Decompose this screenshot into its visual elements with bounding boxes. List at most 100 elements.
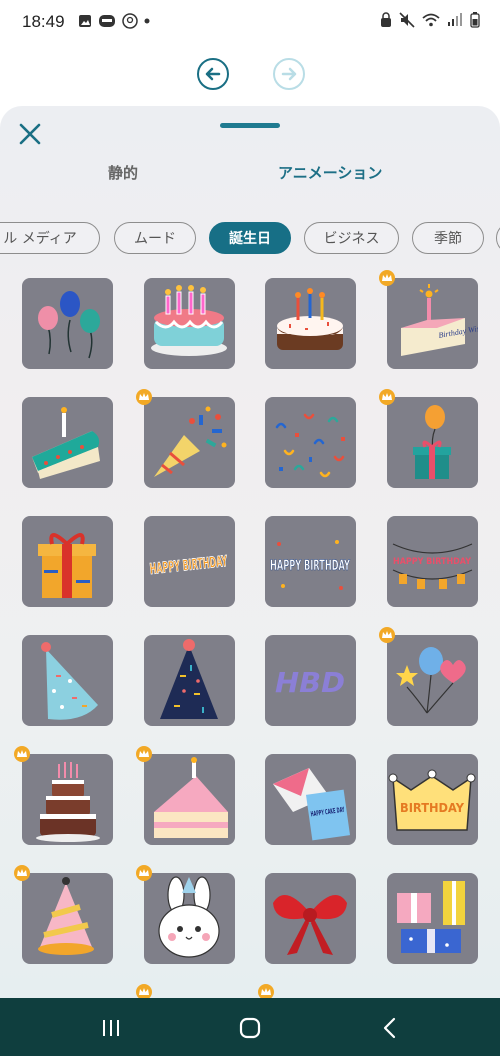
- status-bar: 18:49: [0, 0, 500, 46]
- gift-box-sticker-icon: [38, 533, 96, 598]
- gift-boxes-sticker-icon: [397, 881, 465, 953]
- sticker-tile-star-heart-balloons[interactable]: [387, 635, 478, 726]
- birthday-cake-candles-sticker-icon: [151, 285, 227, 356]
- happy-birthday-orange-text: HAPPY BIRTHDAY: [149, 552, 229, 578]
- party-hat-navy-sticker-icon: [160, 639, 218, 719]
- back-button[interactable]: [377, 1015, 403, 1041]
- tiered-cake-sticker-icon: [36, 762, 100, 842]
- happy-birthday-banner-sticker-icon: HAPPY BIRTHDAY: [392, 543, 473, 589]
- sticker-tile-happy-birthday-orange[interactable]: HAPPY BIRTHDAY: [144, 516, 235, 607]
- party-hat-pink-sticker-icon: [38, 877, 94, 955]
- premium-crown-icon: [14, 865, 30, 881]
- home-icon: [239, 1017, 261, 1039]
- battery-icon: [470, 12, 480, 28]
- party-hat-blue-sticker-icon: [41, 642, 98, 720]
- sticker-tile-confetti[interactable]: [265, 397, 356, 488]
- birthday-crown-text: BIRTHDAY: [400, 801, 464, 815]
- gallery-icon: [79, 15, 91, 27]
- sticker-tile-birthday-cake[interactable]: [144, 278, 235, 369]
- sticker-tile-chocolate-cake[interactable]: [265, 278, 356, 369]
- cake-piece-sticker-icon: [154, 757, 228, 838]
- sticker-tile-birthday-banner[interactable]: HAPPY BIRTHDAY: [387, 516, 478, 607]
- sticker-tile-happy-birthday-white[interactable]: HAPPY BIRTHDAY: [265, 516, 356, 607]
- chip-season[interactable]: 季節: [412, 222, 484, 254]
- sticker-tile-happy-cake-day[interactable]: HAPPY CAKE DAY: [265, 754, 356, 845]
- sticker-tile-gift-box[interactable]: [22, 516, 113, 607]
- sticker-tile-gift-balloon[interactable]: [387, 397, 478, 488]
- balloons-sticker-icon: [38, 291, 100, 359]
- premium-crown-icon: [379, 627, 395, 643]
- sticker-tile-party-hat-navy[interactable]: [144, 635, 235, 726]
- redo-button[interactable]: [273, 58, 305, 90]
- chip-mood[interactable]: ムード: [114, 222, 196, 254]
- gift-balloon-sticker-icon: [413, 405, 451, 479]
- sticker-tile-birthday-wishes[interactable]: Birthday Wishes: [387, 278, 478, 369]
- close-button[interactable]: [16, 120, 44, 148]
- lock-icon: [381, 12, 391, 27]
- undo-button[interactable]: [197, 58, 229, 90]
- premium-crown-icon: [136, 865, 152, 881]
- system-icons: [380, 12, 480, 28]
- hbd-text-sticker-icon: HBD: [275, 666, 345, 699]
- happy-birthday-white-text: HAPPY BIRTHDAY: [270, 558, 351, 574]
- bunny-sticker-icon: [158, 876, 220, 958]
- sticker-tile-tiered-cake[interactable]: [22, 754, 113, 845]
- signal-icon: [448, 13, 462, 26]
- sticker-tile-birthday-crown[interactable]: BIRTHDAY: [387, 754, 478, 845]
- birthday-crown-sticker-icon: BIRTHDAY: [388, 769, 476, 831]
- red-bow-sticker-icon: [273, 895, 347, 955]
- home-button[interactable]: [237, 1015, 263, 1041]
- sticker-tile-party-hat-blue[interactable]: [22, 635, 113, 726]
- cake-slice-sticker-icon: [32, 407, 100, 479]
- line-app-icon: [99, 15, 115, 27]
- premium-crown-icon: [379, 270, 395, 286]
- tab-static[interactable]: 静的: [108, 162, 138, 183]
- sticker-tile-cake-piece[interactable]: [144, 754, 235, 845]
- birthday-banner-text: HAPPY BIRTHDAY: [393, 557, 471, 567]
- sheet-drag-handle[interactable]: [220, 123, 280, 128]
- close-icon: [19, 123, 41, 145]
- happy-cake-day-card-sticker-icon: HAPPY CAKE DAY: [273, 768, 351, 841]
- undo-redo-toolbar: [0, 46, 500, 100]
- sticker-tile-hbd[interactable]: HBD: [265, 635, 356, 726]
- system-navigation-bar: [0, 998, 500, 1056]
- dot-icon: [144, 18, 150, 24]
- back-icon: [383, 1017, 396, 1039]
- hbd-text: HBD: [275, 666, 345, 699]
- sticker-sheet: 静的 アニメーション ル メディア ムード 誕生日 ビジネス 季節 Birthd…: [0, 106, 500, 1000]
- party-popper-sticker-icon: [154, 406, 227, 477]
- wifi-icon: [422, 13, 440, 27]
- undo-arrow-icon: [205, 67, 221, 81]
- recent-apps-icon: [103, 1020, 119, 1036]
- chip-birthday[interactable]: 誕生日: [209, 222, 291, 254]
- g-app-icon: [122, 13, 138, 29]
- sticker-tile-cake-slice[interactable]: [22, 397, 113, 488]
- sticker-tile-bunny[interactable]: [144, 873, 235, 964]
- sticker-tile-party-hat-pink[interactable]: [22, 873, 113, 964]
- chip-business[interactable]: ビジネス: [304, 222, 399, 254]
- sticker-tile-red-bow[interactable]: [265, 873, 356, 964]
- tab-animation[interactable]: アニメーション: [278, 162, 382, 183]
- premium-crown-icon: [14, 746, 30, 762]
- confetti-sticker-icon: [275, 413, 345, 478]
- recent-apps-button[interactable]: [98, 1015, 124, 1041]
- happy-birthday-white-text-sticker-icon: HAPPY BIRTHDAY: [270, 540, 351, 590]
- category-chips: ル メディア ムード 誕生日 ビジネス 季節: [0, 222, 500, 256]
- sticker-tile-balloons[interactable]: [22, 278, 113, 369]
- redo-arrow-icon: [281, 67, 297, 81]
- status-time: 18:49: [22, 12, 65, 31]
- premium-crown-icon: [136, 746, 152, 762]
- premium-crown-icon: [379, 389, 395, 405]
- happy-birthday-text-sticker-icon: HAPPY BIRTHDAY: [148, 552, 229, 579]
- sticker-tile-party-popper[interactable]: [144, 397, 235, 488]
- chip-social-media[interactable]: ル メディア: [0, 222, 100, 254]
- mute-icon: [399, 12, 415, 28]
- chip-more[interactable]: [496, 222, 500, 254]
- chocolate-cake-sticker-icon: [277, 288, 343, 350]
- notification-icons: [78, 13, 150, 29]
- premium-crown-icon: [136, 389, 152, 405]
- sticker-type-tabs: 静的 アニメーション: [0, 162, 500, 190]
- birthday-wishes-cake-sticker-icon: Birthday Wishes: [401, 284, 478, 356]
- star-heart-balloons-sticker-icon: [396, 647, 466, 714]
- sticker-tile-gift-boxes[interactable]: [387, 873, 478, 964]
